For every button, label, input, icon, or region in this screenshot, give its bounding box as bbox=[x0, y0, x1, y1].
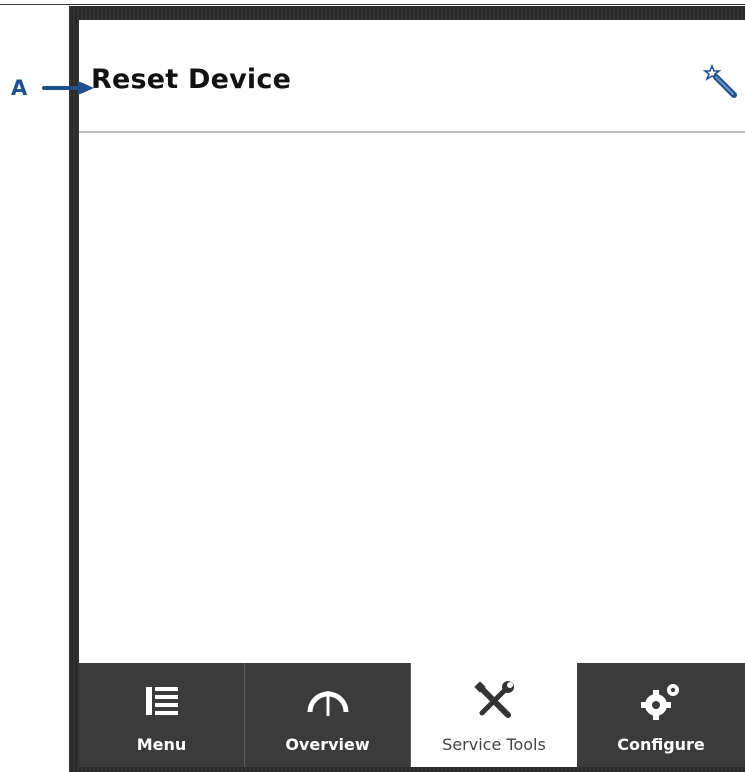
bottom-tab-bar: Menu Overview Service Tools Configure bbox=[79, 663, 745, 767]
page-title: Reset Device bbox=[91, 64, 292, 95]
screen-header: Reset Device bbox=[79, 20, 745, 133]
tab-menu[interactable]: Menu bbox=[79, 663, 245, 767]
tab-configure-label: Configure bbox=[617, 735, 705, 754]
callout-label: A bbox=[11, 76, 28, 100]
tab-configure[interactable]: Configure bbox=[577, 663, 745, 767]
tab-overview[interactable]: Overview bbox=[245, 663, 411, 767]
top-rule bbox=[0, 4, 745, 5]
wand-icon[interactable] bbox=[702, 63, 739, 100]
gauge-icon bbox=[304, 677, 352, 725]
callout-arrow bbox=[42, 81, 94, 95]
tab-service-tools-label: Service Tools bbox=[442, 735, 546, 754]
tab-service-tools[interactable]: Service Tools bbox=[411, 663, 577, 767]
menu-icon bbox=[138, 677, 186, 725]
gears-icon bbox=[637, 677, 685, 725]
tab-overview-label: Overview bbox=[285, 735, 370, 754]
tools-icon bbox=[470, 677, 518, 725]
device-screen: Reset Device bbox=[79, 20, 745, 663]
tab-menu-label: Menu bbox=[136, 735, 187, 754]
